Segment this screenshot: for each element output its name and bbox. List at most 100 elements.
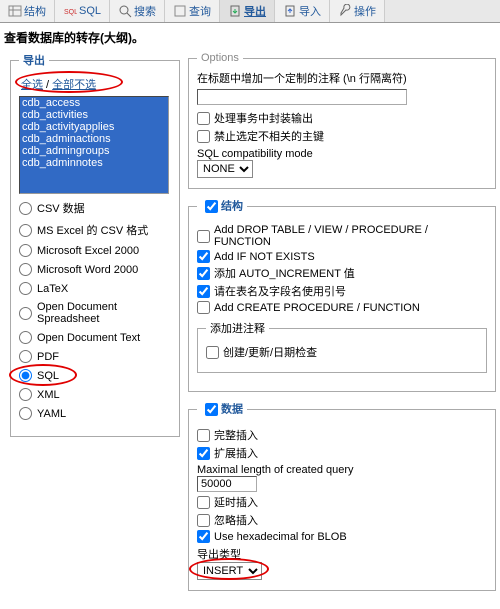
format-sql-radio[interactable]	[19, 369, 32, 382]
tab-label: SQL	[79, 5, 101, 17]
tab-label: 搜索	[134, 3, 156, 19]
main-area: 导出 全选 / 全部不选 cdb_access cdb_activities c…	[0, 52, 500, 609]
add-create-proc-checkbox[interactable]	[197, 301, 210, 314]
options-fieldset: Options 在标题中增加一个定制的注释 (\n 行隔离符) 处理事务中封装输…	[188, 52, 496, 189]
auto-increment-label[interactable]: 添加 AUTO_INCREMENT 值	[214, 265, 355, 281]
format-odt-radio[interactable]	[19, 331, 32, 344]
creation-dates-checkbox[interactable]	[206, 346, 219, 359]
format-label[interactable]: Microsoft Word 2000	[37, 264, 138, 276]
ignore-insert-label[interactable]: 忽略插入	[214, 512, 258, 528]
comment-input[interactable]	[197, 89, 407, 105]
data-legend-label: 数据	[221, 403, 243, 415]
tab-label: 查询	[189, 3, 211, 19]
auto-increment-checkbox[interactable]	[197, 267, 210, 280]
format-latex-radio[interactable]	[19, 282, 32, 295]
export-type-select[interactable]: INSERT	[197, 562, 262, 580]
format-label[interactable]: Open Document Spreadsheet	[37, 301, 171, 325]
max-query-input[interactable]	[197, 476, 257, 492]
if-not-exists-label[interactable]: Add IF NOT EXISTS	[214, 251, 315, 263]
export-type-label: 导出类型	[197, 546, 487, 562]
format-msexcel2000-radio[interactable]	[19, 244, 32, 257]
format-msexcel-csv-radio[interactable]	[19, 224, 32, 237]
format-ods-radio[interactable]	[19, 307, 32, 320]
list-item[interactable]: cdb_adminactions	[20, 133, 168, 145]
structure-toggle-checkbox[interactable]	[205, 200, 218, 213]
tables-listbox[interactable]: cdb_access cdb_activities cdb_activityap…	[19, 96, 169, 194]
hex-blob-label[interactable]: Use hexadecimal for BLOB	[214, 531, 347, 543]
complete-insert-checkbox[interactable]	[197, 429, 210, 442]
tab-import[interactable]: 导入	[275, 0, 330, 22]
format-label[interactable]: PDF	[37, 351, 59, 363]
structure-legend-label: 结构	[221, 200, 243, 212]
svg-text:SQL: SQL	[64, 9, 77, 16]
creation-dates-label[interactable]: 创建/更新/日期检查	[223, 344, 317, 360]
format-xml-radio[interactable]	[19, 388, 32, 401]
extended-insert-checkbox[interactable]	[197, 447, 210, 460]
add-drop-label[interactable]: Add DROP TABLE / VIEW / PROCEDURE / FUNC…	[214, 224, 487, 248]
list-item[interactable]: cdb_adminnotes	[20, 157, 168, 169]
tab-query[interactable]: 查询	[165, 0, 220, 22]
export-legend: 导出	[19, 52, 49, 68]
format-pdf-radio[interactable]	[19, 350, 32, 363]
format-label[interactable]: SQL	[37, 370, 59, 382]
tab-label: 结构	[24, 3, 46, 19]
compat-label: SQL compatibility mode	[197, 148, 487, 160]
query-icon	[173, 4, 187, 18]
format-label[interactable]: YAML	[37, 408, 66, 420]
select-links: 全选 / 全部不选	[21, 76, 96, 92]
data-legend[interactable]: 数据	[197, 400, 247, 419]
tab-label: 导入	[299, 3, 321, 19]
tab-label: 导出	[244, 3, 266, 19]
format-label[interactable]: LaTeX	[37, 283, 68, 295]
list-item[interactable]: cdb_access	[20, 97, 168, 109]
table-icon	[8, 4, 22, 18]
tab-search[interactable]: 搜索	[110, 0, 165, 22]
format-label[interactable]: MS Excel 的 CSV 格式	[37, 222, 148, 238]
select-all-link[interactable]: 全选	[21, 79, 43, 91]
tab-export[interactable]: 导出	[220, 0, 275, 22]
data-toggle-checkbox[interactable]	[205, 403, 218, 416]
backquotes-label[interactable]: 请在表名及字段名使用引号	[214, 283, 346, 299]
encapsulate-label[interactable]: 处理事务中封装输出	[214, 110, 313, 126]
tab-sql[interactable]: SQLSQL	[55, 0, 110, 22]
add-comments-legend: 添加进注释	[206, 320, 269, 336]
extended-insert-label[interactable]: 扩展插入	[214, 445, 258, 461]
format-msword2000-radio[interactable]	[19, 263, 32, 276]
ignore-insert-checkbox[interactable]	[197, 514, 210, 527]
format-label[interactable]: Open Document Text	[37, 332, 140, 344]
format-label[interactable]: Microsoft Excel 2000	[37, 245, 139, 257]
disable-fk-label[interactable]: 禁止选定不相关的主键	[214, 128, 324, 144]
encapsulate-checkbox[interactable]	[197, 112, 210, 125]
structure-legend[interactable]: 结构	[197, 197, 247, 216]
complete-insert-label[interactable]: 完整插入	[214, 427, 258, 443]
list-item[interactable]: cdb_admingroups	[20, 145, 168, 157]
delayed-insert-checkbox[interactable]	[197, 496, 210, 509]
comment-label: 在标题中增加一个定制的注释 (\n 行隔离符)	[197, 70, 487, 86]
disable-fk-checkbox[interactable]	[197, 130, 210, 143]
tab-structure[interactable]: 结构	[0, 0, 55, 22]
data-fieldset: 数据 完整插入 扩展插入 Maximal length of created q…	[188, 400, 496, 591]
list-item[interactable]: cdb_activityapplies	[20, 121, 168, 133]
hex-blob-checkbox[interactable]	[197, 530, 210, 543]
if-not-exists-checkbox[interactable]	[197, 250, 210, 263]
format-csv-radio[interactable]	[19, 202, 32, 215]
tab-bar: 结构 SQLSQL 搜索 查询 导出 导入 操作	[0, 0, 500, 23]
delayed-insert-label[interactable]: 延时插入	[214, 494, 258, 510]
add-create-proc-label[interactable]: Add CREATE PROCEDURE / FUNCTION	[214, 302, 420, 314]
format-label[interactable]: CSV 数据	[37, 200, 85, 216]
structure-fieldset: 结构 Add DROP TABLE / VIEW / PROCEDURE / F…	[188, 197, 496, 392]
backquotes-checkbox[interactable]	[197, 285, 210, 298]
add-drop-checkbox[interactable]	[197, 230, 210, 243]
format-yaml-radio[interactable]	[19, 407, 32, 420]
list-item[interactable]: cdb_activities	[20, 109, 168, 121]
tab-label: 操作	[354, 3, 376, 19]
tab-operations[interactable]: 操作	[330, 0, 385, 22]
export-fieldset: 导出 全选 / 全部不选 cdb_access cdb_activities c…	[10, 52, 180, 437]
search-icon	[118, 4, 132, 18]
format-label[interactable]: XML	[37, 389, 60, 401]
deselect-all-link[interactable]: 全部不选	[52, 79, 96, 91]
wrench-icon	[338, 4, 352, 18]
compat-select[interactable]: NONE	[197, 160, 253, 178]
page-title: 查看数据库的转存(大纲)。	[0, 23, 500, 52]
add-comments-fieldset: 添加进注释 创建/更新/日期检查	[197, 320, 487, 373]
